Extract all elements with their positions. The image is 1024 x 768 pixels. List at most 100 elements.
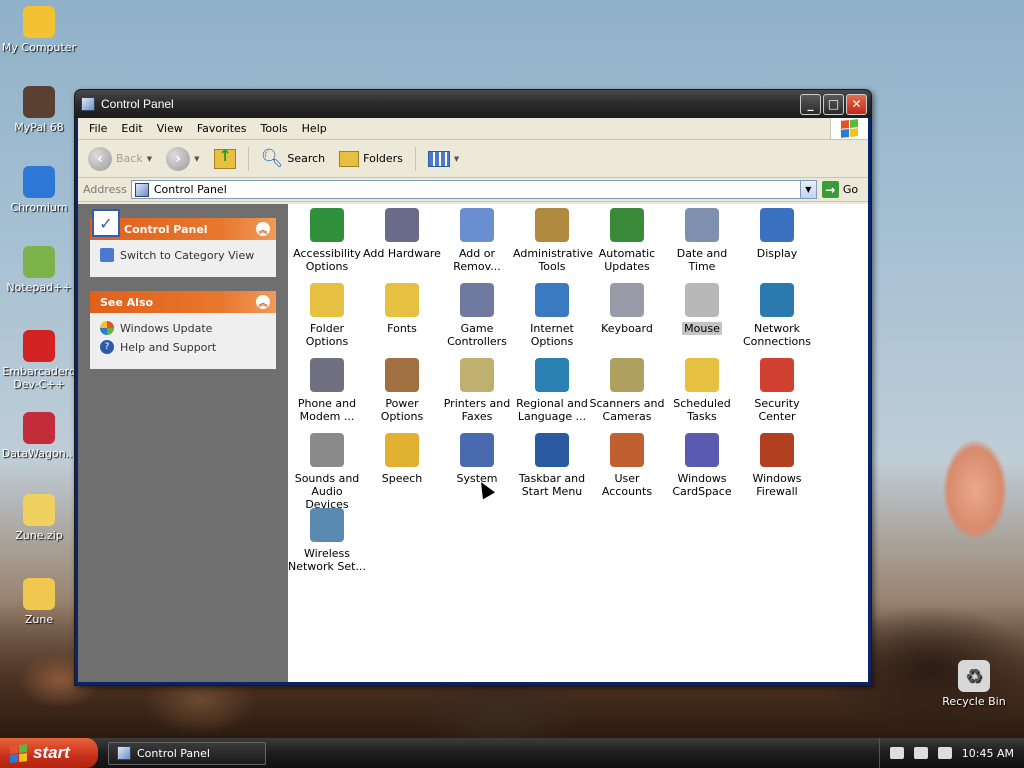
desktop-icon-label: DataWagon... — [1, 447, 77, 460]
desktop-icon[interactable]: Notepad++ — [0, 246, 78, 294]
control-panel-item[interactable]: System — [438, 433, 516, 485]
control-panel-item[interactable]: Folder Options — [288, 283, 366, 348]
minimize-button[interactable]: _ — [800, 93, 821, 115]
control-panel-item[interactable]: Display — [738, 208, 816, 260]
control-panel-item[interactable]: User Accounts — [588, 433, 666, 498]
desktop-icon-recycle-bin[interactable]: ♻ Recycle Bin — [935, 660, 1013, 708]
fonts-icon — [385, 283, 419, 317]
control-panel-item-label: Scheduled Tasks — [673, 397, 731, 423]
control-panel-item[interactable]: Speech — [363, 433, 441, 485]
scheduled-tasks-icon — [685, 358, 719, 392]
control-panel-item[interactable]: Automatic Updates — [588, 208, 666, 273]
control-panel-item-label: Administrative Tools — [513, 247, 594, 273]
windows-update-link[interactable]: Windows Update — [100, 321, 266, 335]
see-also-header[interactable]: See Also ︽ — [90, 291, 276, 313]
menu-tools[interactable]: Tools — [254, 120, 295, 137]
control-panel-item[interactable]: Wireless Network Set... — [288, 508, 366, 573]
up-button[interactable]: ↑ — [210, 146, 240, 171]
menu-file[interactable]: File — [82, 120, 114, 137]
keyboard-layout-icon[interactable] — [889, 747, 904, 759]
desktop-icon[interactable]: MyPal 68 — [0, 86, 78, 134]
control-panel-item[interactable]: Date and Time — [663, 208, 741, 273]
control-panel-item-label: Power Options — [380, 397, 424, 423]
network-icon[interactable] — [913, 747, 928, 759]
control-panel-item[interactable]: Regional and Language ... — [513, 358, 591, 423]
title-bar[interactable]: Control Panel _ □ ✕ — [75, 90, 871, 118]
switch-view-icon — [100, 248, 114, 262]
forward-arrow-icon: › — [166, 146, 191, 171]
menu-edit[interactable]: Edit — [114, 120, 149, 137]
control-panel-item[interactable]: Power Options — [363, 358, 441, 423]
search-button[interactable]: 🔍︎ Search — [257, 146, 330, 171]
views-dropdown-icon[interactable]: ▼ — [454, 155, 459, 163]
control-panel-item[interactable]: Mouse — [663, 283, 741, 335]
control-panel-item[interactable]: Printers and Faxes — [438, 358, 516, 423]
maximize-button[interactable]: □ — [823, 93, 844, 115]
desktop-icon-label: Embarcadero Dev-C++ — [2, 365, 76, 391]
control-panel-item[interactable]: Game Controllers — [438, 283, 516, 348]
control-panel-item-label: Wireless Network Set... — [288, 547, 366, 573]
desktop-icon[interactable]: Zune — [0, 578, 78, 626]
control-panel-item[interactable]: Internet Options — [513, 283, 591, 348]
regional-language-icon — [535, 358, 569, 392]
go-label: Go — [842, 183, 859, 196]
control-panel-item[interactable]: Add Hardware — [363, 208, 441, 260]
see-also-title: See Also — [100, 295, 154, 309]
control-panel-item-label: Fonts — [387, 322, 417, 335]
control-panel-item[interactable]: Scheduled Tasks — [663, 358, 741, 423]
control-panel-window[interactable]: Control Panel _ □ ✕ File Edit View Favor… — [74, 89, 872, 686]
control-panel-item[interactable]: Windows Firewall — [738, 433, 816, 498]
control-panel-item-label: Windows Firewall — [752, 472, 802, 498]
volume-icon[interactable] — [937, 747, 952, 759]
desktop-icon[interactable]: Zune.zip — [0, 494, 78, 542]
control-panel-item[interactable]: Administrative Tools — [513, 208, 594, 273]
control-panel-item[interactable]: Sounds and Audio Devices — [288, 433, 366, 511]
switch-category-view-link[interactable]: Switch to Category View — [100, 248, 266, 262]
control-panel-item[interactable]: Keyboard — [588, 283, 666, 335]
control-panel-item-label: Internet Options — [530, 322, 574, 348]
address-dropdown-icon[interactable]: ▼ — [799, 181, 816, 198]
clock[interactable]: 10:45 AM — [962, 747, 1014, 760]
go-button[interactable]: → Go — [821, 181, 859, 198]
control-panel-item[interactable]: Accessibility Options — [288, 208, 366, 273]
help-support-link[interactable]: ? Help and Support — [100, 340, 266, 354]
control-panel-item[interactable]: Scanners and Cameras — [588, 358, 666, 423]
desktop-icon[interactable]: DataWagon... — [0, 412, 78, 460]
forward-button[interactable]: › ▼ — [162, 145, 203, 173]
control-panel-item[interactable]: Fonts — [363, 283, 441, 335]
back-dropdown-icon[interactable]: ▼ — [147, 155, 152, 163]
scanners-cameras-icon — [610, 358, 644, 392]
control-panel-section-header[interactable]: ✓ Control Panel ︽ — [90, 209, 276, 240]
collapse-icon[interactable]: ︽ — [256, 295, 270, 309]
address-input[interactable]: Control Panel ▼ — [130, 180, 817, 199]
desktop-icon[interactable]: Chromium — [0, 166, 78, 214]
control-panel-item[interactable]: Phone and Modem ... — [288, 358, 366, 423]
desktop-icon[interactable]: My Computer — [0, 6, 78, 54]
menu-help[interactable]: Help — [295, 120, 334, 137]
close-button[interactable]: ✕ — [846, 93, 867, 115]
control-panel-icon — [81, 97, 95, 111]
game-controllers-icon — [460, 283, 494, 317]
wireless-network-icon — [310, 508, 344, 542]
control-panel-item[interactable]: Windows CardSpace — [663, 433, 741, 498]
mouse-icon — [685, 283, 719, 317]
collapse-icon[interactable]: ︽ — [256, 222, 270, 236]
forward-dropdown-icon[interactable]: ▼ — [194, 155, 199, 163]
control-panel-item[interactable]: Security Center — [738, 358, 816, 423]
control-panel-item[interactable]: Network Connections — [738, 283, 816, 348]
control-panel-item-label: Automatic Updates — [598, 247, 656, 273]
control-panel-item[interactable]: Taskbar and Start Menu — [513, 433, 591, 498]
folders-button[interactable]: Folders — [335, 149, 407, 169]
start-button[interactable]: start — [0, 738, 98, 768]
search-label: Search — [287, 152, 326, 165]
folder-up-icon: ↑ — [213, 146, 236, 169]
taskbar-item-control-panel[interactable]: Control Panel — [108, 741, 266, 765]
zip-folder-icon — [23, 494, 55, 526]
desktop-icon[interactable]: Embarcadero Dev-C++ — [0, 330, 78, 391]
user-accounts-icon — [610, 433, 644, 467]
back-button[interactable]: ‹ Back ▼ — [84, 145, 156, 173]
control-panel-item[interactable]: Add or Remov... — [438, 208, 516, 273]
views-button[interactable]: ▼ — [424, 149, 463, 169]
menu-view[interactable]: View — [150, 120, 190, 137]
menu-favorites[interactable]: Favorites — [190, 120, 254, 137]
